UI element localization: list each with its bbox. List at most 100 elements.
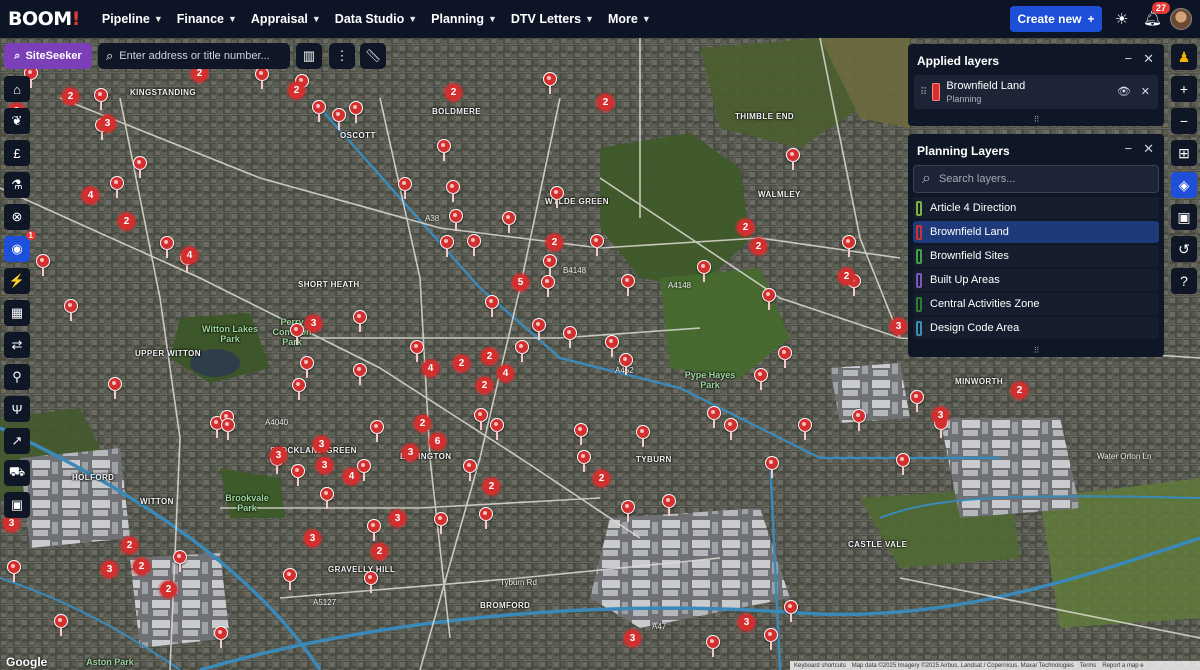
compass-icon[interactable]: ⊗ bbox=[4, 204, 30, 230]
brownfield-pin[interactable] bbox=[320, 487, 334, 509]
brownfield-cluster[interactable]: 2 bbox=[371, 543, 388, 560]
brownfield-cluster[interactable]: 4 bbox=[422, 360, 439, 377]
brownfield-cluster[interactable]: 3 bbox=[270, 447, 287, 464]
brownfield-pin[interactable] bbox=[255, 67, 269, 89]
brownfield-pin[interactable] bbox=[446, 180, 460, 202]
brownfield-pin[interactable] bbox=[437, 139, 451, 161]
map-type-icon[interactable]: ▥ bbox=[296, 43, 322, 69]
brownfield-pin[interactable] bbox=[332, 108, 346, 130]
close-icon[interactable]: ✕ bbox=[1143, 51, 1154, 67]
brownfield-pin[interactable] bbox=[353, 310, 367, 332]
brownfield-pin[interactable] bbox=[550, 186, 564, 208]
brownfield-cluster[interactable]: 2 bbox=[597, 94, 614, 111]
address-search-input[interactable] bbox=[119, 50, 280, 62]
brownfield-pin[interactable] bbox=[300, 356, 314, 378]
brownfield-cluster[interactable]: 2 bbox=[288, 82, 305, 99]
brownfield-pin[interactable] bbox=[485, 295, 499, 317]
brownfield-cluster[interactable]: 3 bbox=[305, 315, 322, 332]
brownfield-cluster[interactable]: 4 bbox=[343, 468, 360, 485]
route-icon[interactable]: ⇄ bbox=[4, 332, 30, 358]
brownfield-pin[interactable] bbox=[515, 340, 529, 362]
brownfield-pin[interactable] bbox=[214, 626, 228, 648]
zoom-in-icon[interactable]: + bbox=[1171, 76, 1197, 102]
layer-item-brownfield-land[interactable]: Brownfield Land bbox=[913, 221, 1159, 243]
radar-icon[interactable]: ◉ 1 bbox=[4, 231, 36, 262]
brownfield-pin[interactable] bbox=[94, 88, 108, 110]
brownfield-pin[interactable] bbox=[707, 406, 721, 428]
brownfield-pin[interactable] bbox=[312, 100, 326, 122]
zoom-out-icon[interactable]: − bbox=[1171, 108, 1197, 134]
brand-logo[interactable]: BOOM! bbox=[8, 8, 80, 30]
brownfield-pin[interactable] bbox=[54, 614, 68, 636]
brownfield-pin[interactable] bbox=[133, 156, 147, 178]
brownfield-cluster[interactable]: 2 bbox=[737, 219, 754, 236]
resize-handle-icon[interactable]: ⠿ bbox=[1034, 346, 1040, 355]
brownfield-pin[interactable] bbox=[434, 512, 448, 534]
user-avatar[interactable] bbox=[1170, 8, 1192, 30]
brownfield-cluster[interactable]: 2 bbox=[160, 581, 177, 598]
layer-item-design-code-area[interactable]: Design Code Area bbox=[913, 317, 1159, 339]
layer-search-input[interactable] bbox=[938, 173, 1139, 185]
brownfield-cluster[interactable]: 2 bbox=[118, 213, 135, 230]
brownfield-pin[interactable] bbox=[784, 600, 798, 622]
brownfield-pin[interactable] bbox=[221, 418, 235, 440]
brownfield-pin[interactable] bbox=[577, 450, 591, 472]
pylon-icon[interactable]: ⚡ bbox=[4, 268, 30, 294]
layer-item-article-4[interactable]: Article 4 Direction bbox=[913, 197, 1159, 219]
brownfield-cluster[interactable]: 2 bbox=[838, 268, 855, 285]
help-icon[interactable]: ? bbox=[1171, 268, 1197, 294]
layer-item-brownfield-sites[interactable]: Brownfield Sites bbox=[913, 245, 1159, 267]
brownfield-pin[interactable] bbox=[621, 500, 635, 522]
brownfield-pin[interactable] bbox=[64, 299, 78, 321]
brownfield-pin[interactable] bbox=[765, 456, 779, 478]
layer-item-built-up-areas[interactable]: Built Up Areas bbox=[913, 269, 1159, 291]
brownfield-cluster[interactable]: 2 bbox=[453, 355, 470, 372]
brownfield-pin[interactable] bbox=[724, 418, 738, 440]
flask-icon[interactable]: ⚗ bbox=[4, 172, 30, 198]
brownfield-pin[interactable] bbox=[574, 423, 588, 445]
brownfield-cluster[interactable]: 3 bbox=[316, 457, 333, 474]
brownfield-cluster[interactable]: 4 bbox=[181, 247, 198, 264]
brownfield-cluster[interactable]: 4 bbox=[82, 187, 99, 204]
drag-handle-icon[interactable]: ⠿ bbox=[920, 87, 927, 98]
save-icon[interactable]: ▣ bbox=[1171, 204, 1197, 230]
terms-link[interactable]: Terms bbox=[1080, 663, 1096, 669]
brownfield-pin[interactable] bbox=[7, 560, 21, 582]
brownfield-pin[interactable] bbox=[292, 378, 306, 400]
pound-icon[interactable]: £ bbox=[4, 140, 30, 166]
car-icon[interactable]: ⛟ bbox=[4, 460, 30, 486]
brownfield-pin[interactable] bbox=[398, 177, 412, 199]
theme-toggle-sun-icon[interactable]: ☀ bbox=[1115, 10, 1128, 28]
brownfield-cluster[interactable]: 6 bbox=[429, 433, 446, 450]
brownfield-pin[interactable] bbox=[798, 418, 812, 440]
remove-layer-icon[interactable]: ✕ bbox=[1141, 85, 1150, 98]
brownfield-pin[interactable] bbox=[173, 550, 187, 572]
nav-appraisal[interactable]: Appraisal ▼ bbox=[251, 12, 321, 26]
brownfield-pin[interactable] bbox=[108, 377, 122, 399]
nav-more[interactable]: More ▼ bbox=[608, 12, 651, 26]
antenna-icon[interactable]: Ψ bbox=[4, 396, 30, 422]
ruler-icon[interactable]: 📏︎ bbox=[360, 43, 386, 69]
brownfield-pin[interactable] bbox=[474, 408, 488, 430]
store-icon[interactable]: ▦ bbox=[4, 300, 30, 326]
brownfield-pin[interactable] bbox=[364, 571, 378, 593]
save-icon[interactable]: ▣ bbox=[4, 492, 30, 518]
nav-pipeline[interactable]: Pipeline ▼ bbox=[102, 12, 163, 26]
brownfield-pin[interactable] bbox=[590, 234, 604, 256]
brownfield-pin[interactable] bbox=[636, 425, 650, 447]
brownfield-cluster[interactable]: 2 bbox=[481, 348, 498, 365]
brownfield-cluster[interactable]: 3 bbox=[932, 407, 949, 424]
minimize-icon[interactable]: − bbox=[1125, 51, 1133, 67]
brownfield-cluster[interactable]: 4 bbox=[497, 365, 514, 382]
brownfield-cluster[interactable]: 3 bbox=[313, 436, 330, 453]
brownfield-cluster[interactable]: 2 bbox=[593, 470, 610, 487]
brownfield-pin[interactable] bbox=[283, 568, 297, 590]
brownfield-pin[interactable] bbox=[110, 176, 124, 198]
brownfield-pin[interactable] bbox=[842, 235, 856, 257]
brownfield-cluster[interactable]: 2 bbox=[476, 377, 493, 394]
close-icon[interactable]: ✕ bbox=[1143, 141, 1154, 157]
brownfield-cluster[interactable]: 2 bbox=[1011, 382, 1028, 399]
brownfield-cluster[interactable]: 2 bbox=[121, 537, 138, 554]
brownfield-pin[interactable] bbox=[563, 326, 577, 348]
brownfield-pin[interactable] bbox=[543, 254, 557, 276]
